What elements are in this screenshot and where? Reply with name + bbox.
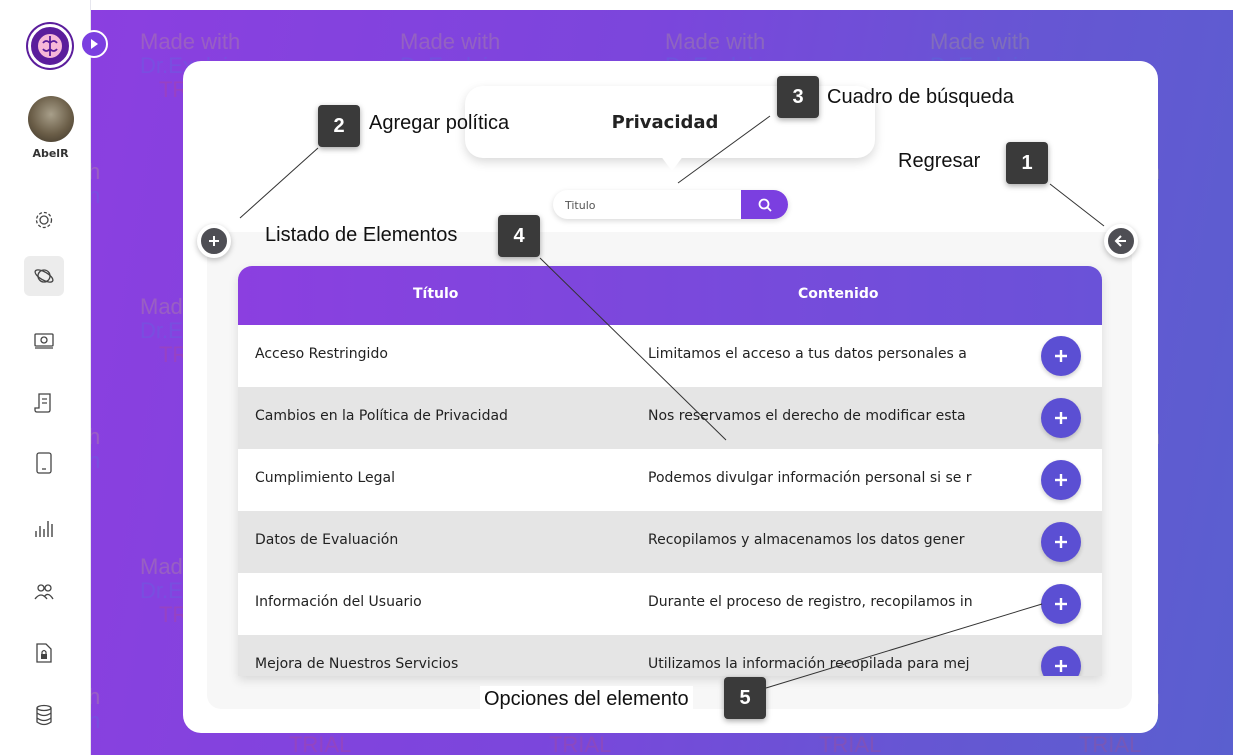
lock-file-icon xyxy=(36,643,52,663)
callout-4-number: 4 xyxy=(498,215,540,257)
sidebar-item-devices[interactable] xyxy=(24,443,64,483)
sidebar: AbelR xyxy=(0,0,108,755)
row-content: Utilizamos la información recopilada par… xyxy=(648,656,970,672)
user-name: AbelR xyxy=(32,147,69,160)
column-header-title: Título xyxy=(413,286,459,302)
sidebar-item-statistics[interactable] xyxy=(24,508,64,548)
tablet-icon xyxy=(36,452,52,474)
row-options-button[interactable] xyxy=(1041,522,1081,562)
callout-4-label: Listado de Elementos xyxy=(265,224,458,246)
search-icon xyxy=(758,198,772,212)
plus-icon xyxy=(1055,660,1067,672)
sidebar-item-privacy[interactable] xyxy=(24,256,64,296)
plus-icon xyxy=(1055,474,1067,486)
table-body: Acceso Restringido Limitamos el acceso a … xyxy=(238,325,1102,676)
plus-icon xyxy=(1055,536,1067,548)
column-header-content: Contenido xyxy=(798,286,879,302)
row-content: Nos reservamos el derecho de modificar e… xyxy=(648,408,966,424)
arrow-left-icon xyxy=(1114,235,1126,247)
plus-icon xyxy=(1055,412,1067,424)
table-header: Título Contenido xyxy=(238,266,1102,325)
callout-5-number: 5 xyxy=(724,677,766,719)
table-row[interactable]: Cambios en la Política de Privacidad Nos … xyxy=(238,387,1102,449)
table-row[interactable]: Datos de Evaluación Recopilamos y almacen… xyxy=(238,511,1102,573)
row-title: Datos de Evaluación xyxy=(255,532,399,548)
collapse-play-icon[interactable] xyxy=(80,30,108,58)
table-row[interactable]: Acceso Restringido Limitamos el acceso a … xyxy=(238,325,1102,387)
row-title: Cumplimiento Legal xyxy=(255,470,395,486)
search-input[interactable] xyxy=(565,196,735,214)
callout-5-label: Opciones del elemento xyxy=(480,686,693,713)
add-policy-button[interactable] xyxy=(197,224,231,258)
page-title-text: Privacidad xyxy=(611,111,719,133)
money-icon xyxy=(34,333,54,349)
plus-icon xyxy=(1055,598,1067,610)
gear-icon xyxy=(35,211,53,229)
plus-icon xyxy=(1055,350,1067,362)
title-bubble-tail xyxy=(660,155,684,171)
table-row[interactable]: Cumplimiento Legal Podemos divulgar infor… xyxy=(238,449,1102,511)
sidebar-item-payments[interactable] xyxy=(24,320,64,360)
row-content: Durante el proceso de registro, recopila… xyxy=(648,594,973,610)
policy-table: Título Contenido Acceso Restringido Limit… xyxy=(238,266,1102,676)
sidebar-item-settings[interactable] xyxy=(24,200,64,240)
callout-2-number: 2 xyxy=(318,105,360,147)
row-options-button[interactable] xyxy=(1041,460,1081,500)
sidebar-item-users[interactable] xyxy=(24,572,64,612)
sidebar-item-secure-files[interactable] xyxy=(24,633,64,673)
callout-1-label: Regresar xyxy=(898,150,981,172)
callout-2-label: Agregar política xyxy=(369,112,510,134)
row-title: Cambios en la Política de Privacidad xyxy=(255,408,508,424)
row-title: Información del Usuario xyxy=(255,594,422,610)
callout-3-label: Cuadro de búsqueda xyxy=(827,86,1014,108)
row-title: Mejora de Nuestros Servicios xyxy=(255,656,459,672)
row-options-button[interactable] xyxy=(1041,584,1081,624)
row-options-button[interactable] xyxy=(1041,336,1081,376)
database-icon xyxy=(36,704,52,726)
table-row[interactable]: Mejora de Nuestros Servicios Utilizamos l… xyxy=(238,635,1102,676)
row-content: Recopilamos y almacenamos los datos gene… xyxy=(648,532,965,548)
planet-icon xyxy=(34,269,54,283)
avatar[interactable] xyxy=(28,96,74,142)
row-content: Limitamos el acceso a tus datos personal… xyxy=(648,346,967,362)
document-icon xyxy=(34,393,51,413)
row-content: Podemos divulgar información personal si… xyxy=(648,470,972,486)
search-box xyxy=(553,190,788,219)
plus-icon xyxy=(209,236,219,246)
row-options-button[interactable] xyxy=(1041,646,1081,676)
sidebar-item-database[interactable] xyxy=(24,695,64,735)
sidebar-item-documents[interactable] xyxy=(24,383,64,423)
row-options-button[interactable] xyxy=(1041,398,1081,438)
back-button[interactable] xyxy=(1104,224,1138,258)
search-button[interactable] xyxy=(741,190,788,219)
row-title: Acceso Restringido xyxy=(255,346,388,362)
table-row[interactable]: Información del Usuario Durante el proces… xyxy=(238,573,1102,635)
users-icon xyxy=(34,584,54,600)
callout-3-number: 3 xyxy=(777,76,819,118)
brain-logo-icon[interactable] xyxy=(28,24,72,68)
callout-1-number: 1 xyxy=(1006,142,1048,184)
bar-chart-icon xyxy=(35,521,53,537)
